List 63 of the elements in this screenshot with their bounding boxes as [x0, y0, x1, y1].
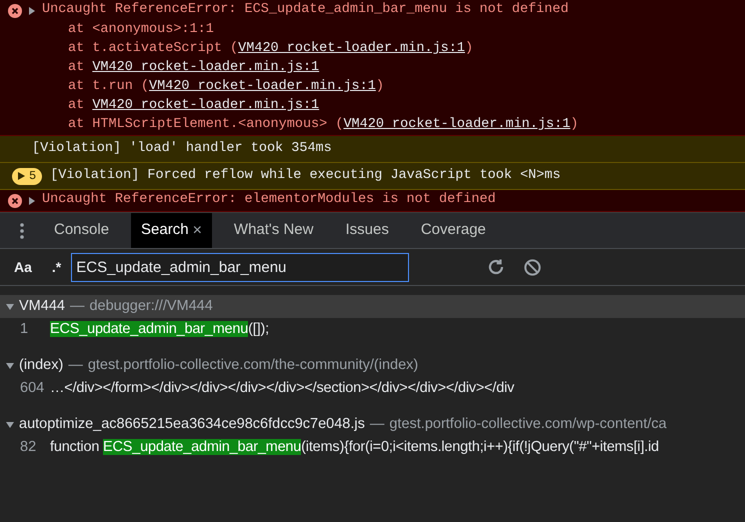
file-path: debugger:///VM444 — [89, 296, 213, 316]
source-link[interactable]: VM420 rocket-loader.min.js:1 — [238, 41, 465, 56]
result-file-header[interactable]: autoptimize_ac8665215ea3634ce98c6fdcc9c7e048.js — gtest.portfolio-collective.com/wp-content/ca — [0, 413, 745, 436]
expand-arrow-icon[interactable] — [6, 420, 14, 428]
error-icon — [8, 194, 22, 208]
line-number: 1 — [19, 320, 30, 339]
panel-tab[interactable]: What's New — [224, 213, 324, 248]
repeat-count-badge[interactable]: 5 — [12, 168, 42, 184]
regex-toggle[interactable]: .* — [48, 256, 66, 278]
stack-frame: at t.run (VM420 rocket-loader.min.js:1) — [8, 77, 737, 96]
result-line[interactable]: 604 …</div></form></div></div></div></div></section></div></div></div></div — [0, 377, 745, 400]
expand-arrow-icon[interactable] — [28, 6, 36, 14]
source-link[interactable]: VM420 rocket-loader.min.js:1 — [343, 117, 570, 132]
source-link[interactable]: VM420 rocket-loader.min.js:1 — [92, 98, 320, 113]
panel-tab[interactable]: Issues — [335, 213, 399, 248]
file-name: (index) — [19, 356, 64, 375]
separator-dash: — — [70, 296, 84, 316]
panel-tab[interactable]: Search × — [131, 213, 212, 248]
file-name: autoptimize_ac8665215ea3634ce98c6fdcc9c7e048.js — [19, 414, 365, 434]
panel-tab[interactable]: Coverage — [410, 213, 496, 248]
tab-label: Console — [54, 220, 110, 240]
violation-text: [Violation] 'load' handler took 354ms — [31, 140, 332, 158]
line-number: 82 — [19, 438, 38, 457]
expand-arrow-icon[interactable] — [6, 362, 14, 370]
separator-dash: — — [370, 414, 384, 434]
line-number: 604 — [19, 378, 46, 398]
file-path: gtest.portfolio-collective.com/wp-content/ca — [389, 414, 667, 434]
match-case-toggle[interactable]: Aa — [10, 256, 36, 278]
stack-frame: at <anonymous>:1:1 — [8, 20, 737, 39]
result-file-header[interactable]: VM444 — debugger:///VM444 — [0, 295, 745, 318]
stack-frame: at HTMLScriptElement.<anonymous> (VM420 rocket-loader.min.js:1) — [8, 115, 737, 134]
close-tab-button[interactable]: × — [192, 222, 202, 238]
stack-frame: at VM420 rocket-loader.min.js:1 — [8, 58, 737, 77]
result-file-header[interactable]: (index) — gtest.portfolio-collective.com/the-community/(index) — [0, 354, 745, 377]
tab-label: What's New — [234, 220, 314, 240]
error-icon — [8, 4, 22, 18]
clear-icon[interactable] — [523, 258, 542, 276]
expand-arrow-icon[interactable] — [6, 302, 14, 310]
error-text: Uncaught ReferenceError: ECS_update_admin_bar_menu is not defined — [42, 1, 569, 20]
source-link[interactable]: VM420 rocket-loader.min.js:1 — [92, 60, 320, 75]
expand-arrow-icon[interactable] — [28, 196, 36, 204]
refresh-icon[interactable] — [487, 258, 506, 276]
tab-label: Search — [141, 220, 189, 240]
violation-text: [Violation] Forced reflow while executing JavaScript took <N>ms — [50, 166, 561, 185]
more-options-icon[interactable] — [20, 222, 24, 238]
result-line[interactable]: 82 function ECS_update_admin_bar_menu(items){for(i=0;i<items.length;i++){if(!jQuery("#"+items[i].id — [0, 436, 745, 459]
search-input[interactable]: ECS_update_admin_bar_menu — [71, 252, 410, 282]
source-link[interactable]: VM420 rocket-loader.min.js:1 — [149, 79, 376, 94]
code-line: function ECS_update_admin_bar_menu(items){for(i=0;i<items.length;i++){if(!jQuery("#"+items[i].id — [50, 438, 659, 457]
tab-label: Coverage — [420, 220, 486, 240]
panel-tab[interactable]: Console — [44, 213, 120, 248]
stack-frame: at VM420 rocket-loader.min.js:1 — [8, 96, 737, 115]
code-line: ECS_update_admin_bar_menu([]); — [50, 320, 269, 339]
tab-label: Issues — [345, 220, 389, 240]
count-text: 5 — [29, 168, 36, 185]
stack-frame: at t.activateScript (VM420 rocket-loader.min.js:1) — [8, 39, 737, 58]
file-path: gtest.portfolio-collective.com/the-community/(index) — [88, 356, 418, 375]
code-line: …</div></form></div></div></div></div></section></div></div></div></div — [50, 378, 514, 398]
error-text: Uncaught ReferenceError: elementorModules is not defined — [42, 191, 496, 210]
expand-arrow-icon — [18, 172, 25, 180]
file-name: VM444 — [19, 296, 65, 316]
separator-dash: — — [68, 356, 83, 375]
result-line[interactable]: 1 ECS_update_admin_bar_menu([]); — [0, 318, 745, 341]
